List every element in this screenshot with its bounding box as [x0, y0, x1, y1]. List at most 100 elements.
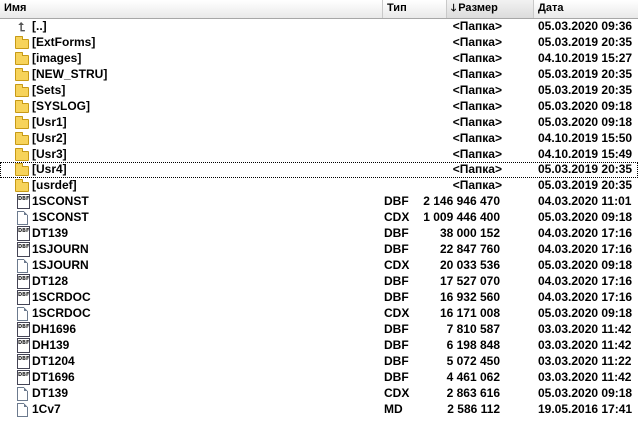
file-name: 1SCONST — [32, 194, 89, 209]
file-icon — [17, 259, 28, 274]
file-name: [Usr3] — [32, 146, 67, 161]
file-size: 2 586 112 — [447, 401, 500, 416]
file-name: [NEW_STRU] — [32, 66, 108, 81]
row-icon-cell: DBF — [14, 289, 30, 306]
file-row[interactable]: DBF DT1204 DBF 5 072 450 03.03.2020 11:22 — [0, 353, 638, 370]
file-name: 1SJOURN — [32, 242, 89, 257]
row-icon-cell: DBF — [14, 353, 30, 370]
dbf-icon-glyph: DBF — [18, 196, 30, 203]
file-date: 05.03.2020 09:36 — [538, 19, 633, 33]
file-date: 05.03.2019 20:35 — [538, 162, 633, 177]
folder-icon — [15, 51, 29, 65]
file-type — [384, 162, 414, 178]
folder-row[interactable]: [Usr1] <Папка> 05.03.2020 09:18 — [0, 115, 638, 131]
file-date: 04.03.2020 17:16 — [538, 289, 633, 304]
file-row[interactable]: DBF 1SCRDOC DBF 16 932 560 04.03.2020 17:16 — [0, 289, 638, 306]
column-header-date-label: Дата — [538, 2, 564, 14]
file-date: 03.03.2020 11:42 — [538, 321, 632, 336]
dbf-icon-glyph: DBF — [18, 291, 30, 298]
column-header-size-label: Размер — [458, 2, 498, 14]
folder-row[interactable]: [NEW_STRU] <Папка> 05.03.2019 20:35 — [0, 67, 638, 83]
file-row[interactable]: 1Cv7 MD 2 586 112 19.05.2016 17:41 — [0, 402, 638, 418]
column-header-type-label: Тип — [387, 2, 407, 14]
row-icon-cell — [14, 210, 30, 226]
file-row[interactable]: DBF DT128 DBF 17 527 070 04.03.2020 17:16 — [0, 274, 638, 290]
file-row[interactable]: 1SJOURN CDX 20 033 536 05.03.2020 09:18 — [0, 258, 638, 274]
file-row[interactable]: DBF DH139 DBF 6 198 848 03.03.2020 11:42 — [0, 337, 638, 354]
file-size: <Папка> — [452, 162, 502, 177]
file-size: 2 146 946 470 — [423, 194, 500, 209]
row-icon-cell — [14, 306, 30, 322]
column-header-bar: Имя Тип 🡓 Размер Дата — [0, 0, 638, 19]
up-folder-icon: ⮤ — [18, 20, 26, 34]
file-name: DH1696 — [32, 321, 77, 336]
row-icon-cell: ⮤ — [14, 19, 30, 35]
file-size: <Папка> — [452, 178, 502, 193]
file-type — [384, 19, 414, 35]
dbf-icon-glyph: DBF — [18, 228, 30, 235]
file-date: 05.03.2020 09:18 — [538, 114, 633, 129]
dbf-icon-glyph: DBF — [18, 276, 30, 282]
parent-directory-row[interactable]: ⮤ [..] <Папка> 05.03.2020 09:36 — [0, 19, 638, 35]
file-name: [Usr2] — [32, 130, 67, 145]
row-icon-cell: DBF — [14, 274, 30, 290]
file-name: [ExtForms] — [32, 34, 96, 49]
column-header-size[interactable]: 🡓 Размер — [447, 0, 534, 18]
file-size: 7 810 587 — [446, 321, 500, 336]
file-row[interactable]: 1SCRDOC CDX 16 171 008 05.03.2020 09:18 — [0, 306, 638, 322]
folder-icon — [15, 163, 29, 177]
sort-descending-arrow-icon: 🡓 — [451, 3, 457, 14]
file-date: 03.03.2020 11:42 — [538, 337, 632, 352]
folder-row[interactable]: [Usr4] <Папка> 05.03.2019 20:35 — [0, 162, 638, 179]
file-type — [384, 115, 414, 131]
file-name: [SYSLOG] — [32, 98, 91, 113]
file-row[interactable]: DT139 CDX 2 863 616 05.03.2020 09:18 — [0, 386, 638, 402]
folder-row[interactable]: [ExtForms] <Папка> 05.03.2019 20:35 — [0, 35, 638, 51]
folder-row[interactable]: [images] <Папка> 04.10.2019 15:27 — [0, 51, 638, 67]
file-size: 1 009 446 400 — [423, 210, 500, 225]
file-name: [Usr4] — [32, 162, 67, 177]
file-date: 05.03.2020 09:18 — [538, 98, 633, 113]
folder-icon — [15, 99, 29, 113]
file-size: <Папка> — [452, 130, 502, 145]
file-name: [Sets] — [32, 82, 66, 97]
file-icon — [17, 211, 28, 226]
file-date: 04.03.2020 11:01 — [538, 194, 632, 209]
file-row[interactable]: DBF 1SJOURN DBF 22 847 760 04.03.2020 17:16 — [0, 242, 638, 258]
row-icon-cell — [14, 258, 30, 274]
file-type — [384, 51, 414, 67]
file-date: 05.03.2019 20:35 — [538, 34, 633, 49]
folder-icon — [15, 115, 29, 129]
file-size: 16 932 560 — [439, 289, 500, 304]
folder-icon — [15, 179, 29, 193]
file-row[interactable]: DBF DT1696 DBF 4 461 062 03.03.2020 11:42 — [0, 369, 638, 386]
file-date: 03.03.2020 11:42 — [538, 369, 632, 384]
file-icon — [17, 306, 28, 321]
file-date: 05.03.2019 20:35 — [538, 66, 633, 81]
row-icon-cell: DBF — [14, 226, 30, 242]
folder-row[interactable]: [usrdef] <Папка> 05.03.2019 20:35 — [0, 178, 638, 194]
file-name: DH139 — [32, 337, 70, 352]
file-type — [384, 35, 414, 51]
file-row[interactable]: DBF 1SCONST DBF 2 146 946 470 04.03.2020 11:… — [0, 194, 638, 210]
file-type — [384, 178, 414, 194]
file-row[interactable]: 1SCONST CDX 1 009 446 400 05.03.2020 09:18 — [0, 210, 638, 226]
file-row[interactable]: DBF DT139 DBF 38 000 152 04.03.2020 17:16 — [0, 226, 638, 242]
dbf-icon-glyph: DBF — [18, 323, 30, 330]
file-row[interactable]: DBF DH1696 DBF 7 810 587 03.03.2020 11:42 — [0, 321, 638, 338]
file-date: 04.10.2019 15:50 — [538, 130, 633, 145]
folder-row[interactable]: [Usr2] <Папка> 04.10.2019 15:50 — [0, 131, 638, 147]
folder-row[interactable]: [Usr3] <Папка> 04.10.2019 15:49 — [0, 147, 638, 163]
dbf-icon-glyph: DBF — [18, 371, 30, 378]
file-size: <Папка> — [452, 98, 502, 113]
folder-row[interactable]: [Sets] <Папка> 05.03.2019 20:35 — [0, 83, 638, 99]
file-name: 1Cv7 — [32, 401, 61, 416]
column-header-date[interactable]: Дата — [534, 0, 638, 18]
row-icon-cell: DBF — [14, 369, 30, 386]
column-header-type[interactable]: Тип — [383, 0, 447, 18]
file-size: 5 072 450 — [446, 353, 500, 368]
folder-row[interactable]: [SYSLOG] <Папка> 05.03.2020 09:18 — [0, 99, 638, 115]
file-list: ⮤ [..] <Папка> 05.03.2020 09:36 [ExtForms] <П… — [0, 19, 638, 417]
file-name: 1SJOURN — [32, 258, 89, 273]
column-header-name[interactable]: Имя — [0, 0, 383, 18]
